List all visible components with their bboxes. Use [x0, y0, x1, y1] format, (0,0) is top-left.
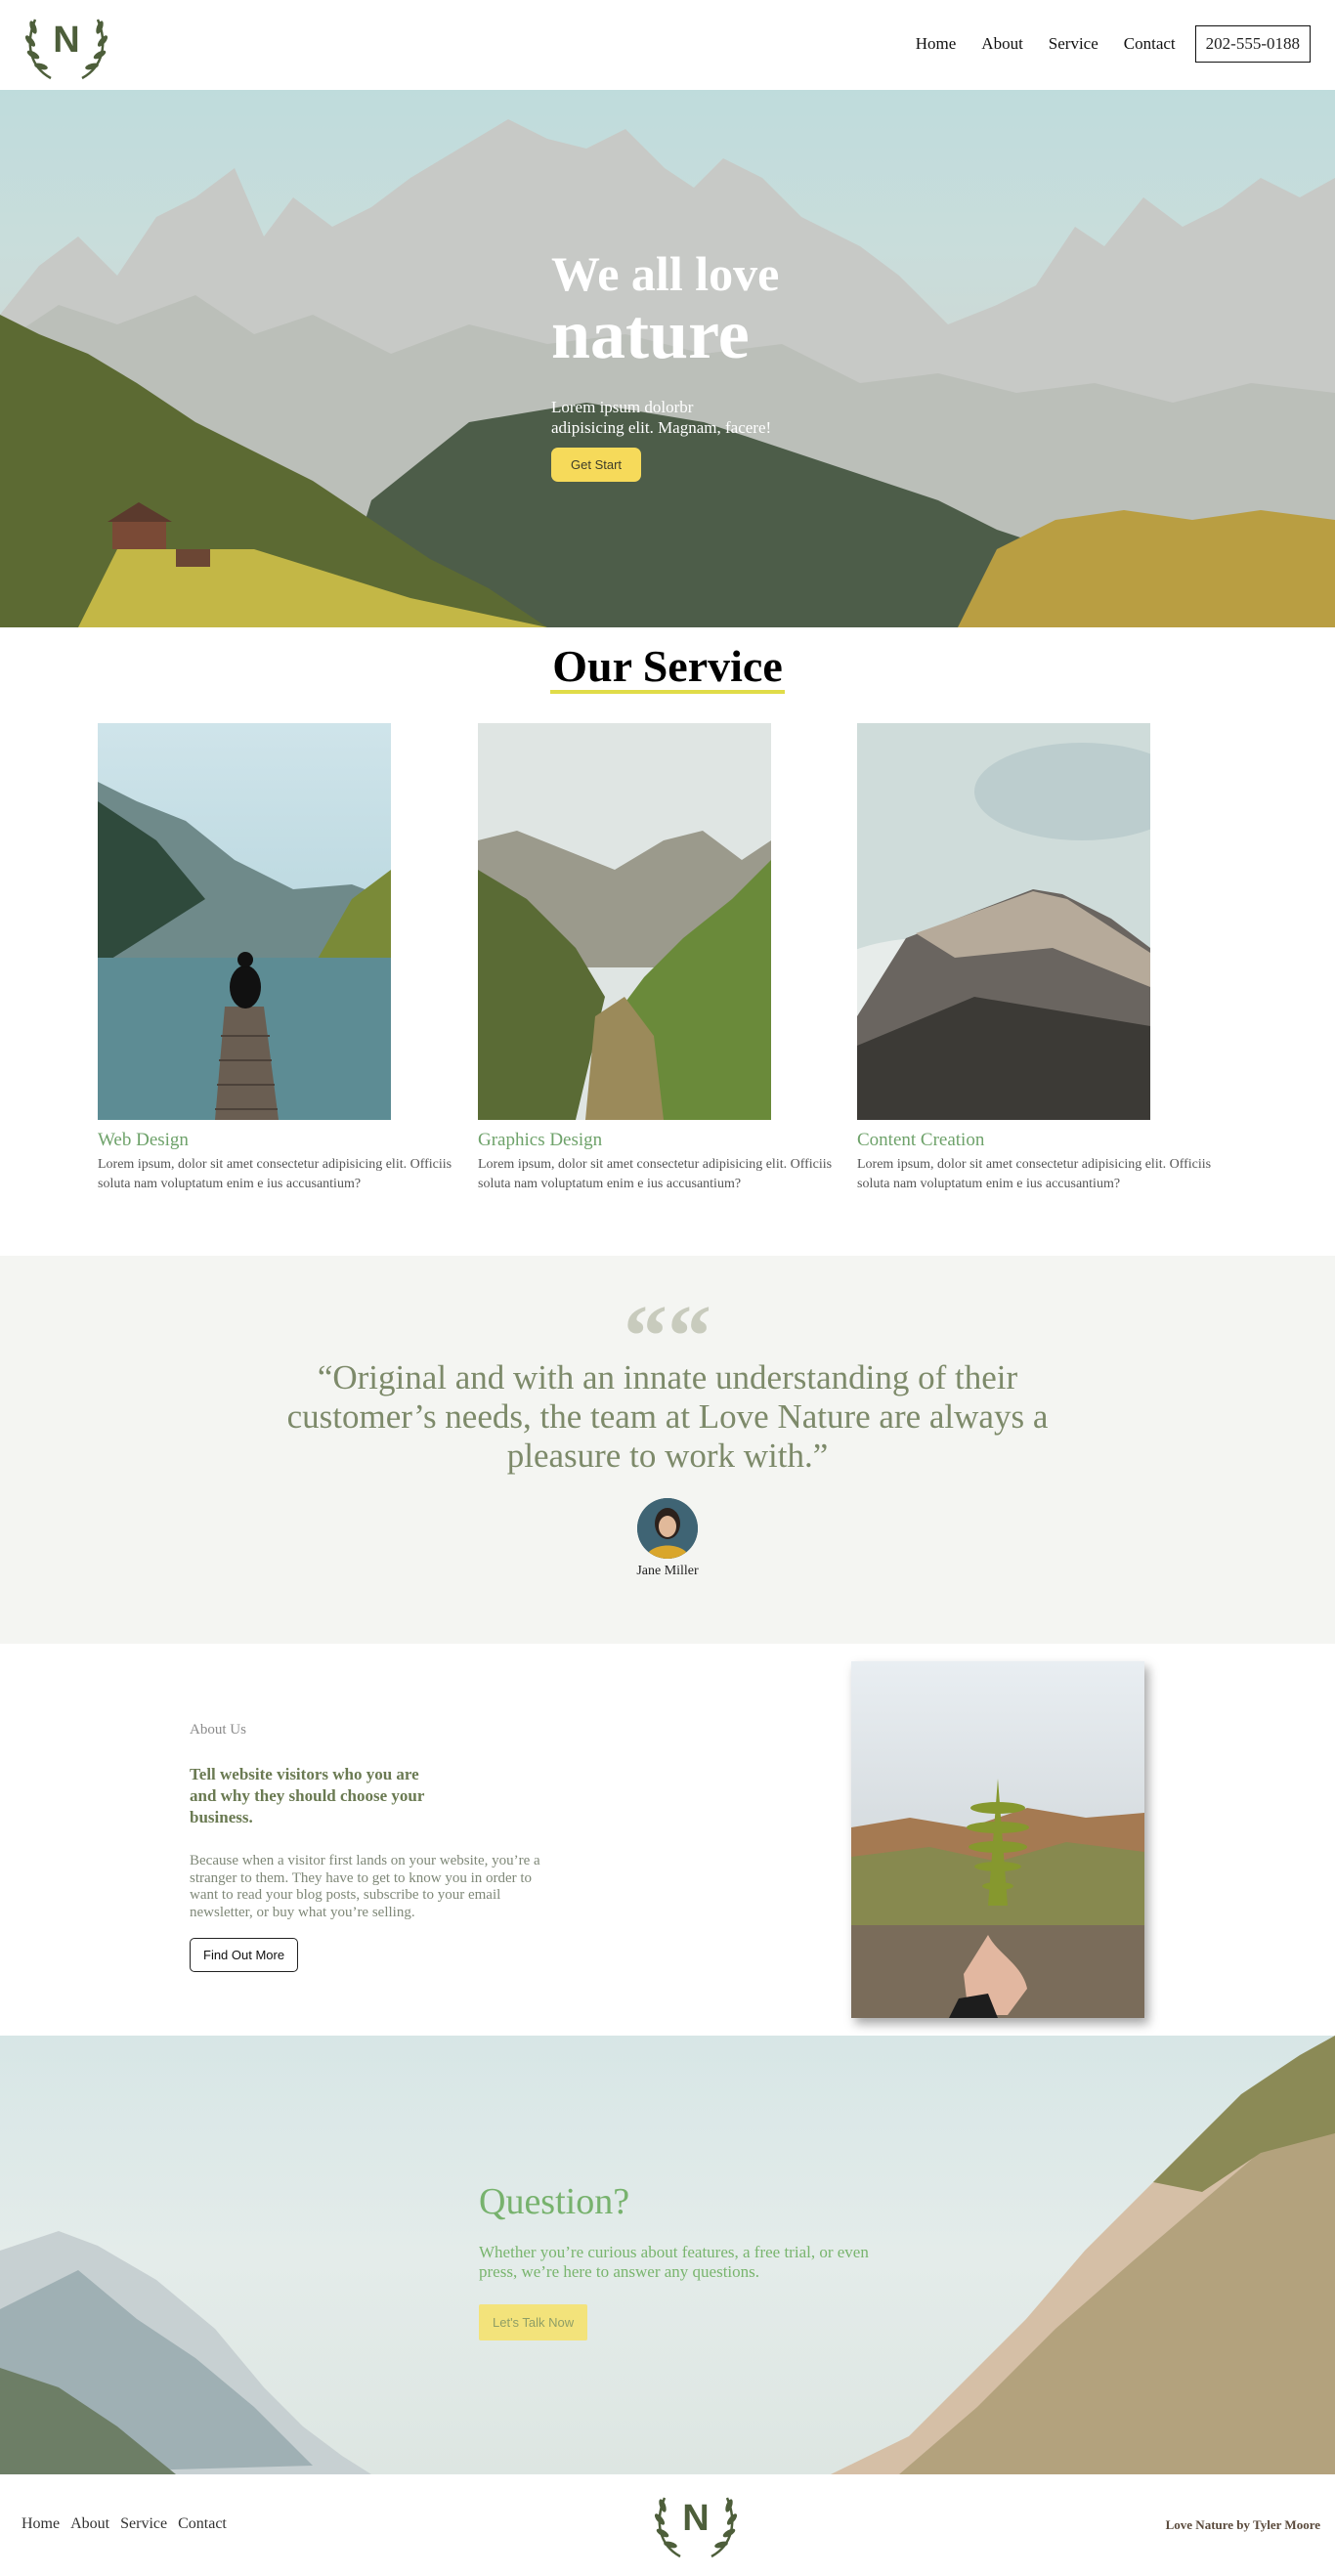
footer-credit: Love Nature by Tyler Moore	[1165, 2517, 1320, 2532]
testimonial-section: ““ “Original and with an innate understa…	[0, 1256, 1335, 1644]
footer-nav-home[interactable]: Home	[22, 2515, 60, 2533]
lets-talk-now-button[interactable]: Let's Talk Now	[479, 2304, 588, 2340]
footer-nav-about[interactable]: About	[70, 2515, 109, 2533]
testimonial-quote: “Original and with an innate understandi…	[286, 1358, 1049, 1475]
service-card-web-design[interactable]: Web Design Lorem ipsum, dolor sit amet c…	[98, 723, 469, 1194]
footer-laurel-logo-icon[interactable]: N	[651, 2484, 741, 2562]
hero-title-line2: nature	[551, 295, 750, 373]
phone-button[interactable]: 202-555-0188	[1194, 25, 1311, 63]
laurel-logo-icon[interactable]: N	[22, 6, 111, 84]
nav-about[interactable]: About	[981, 34, 1023, 54]
hero-subtitle-line2: adipisicing elit. Magnam, facere!	[551, 418, 772, 437]
about-kicker: About Us	[190, 1722, 246, 1738]
service-description: Lorem ipsum, dolor sit amet consectetur …	[98, 1157, 452, 1191]
hero-section: We all love nature Lorem ipsum dolorbr a…	[0, 90, 1335, 627]
question-section: Question? Whether you’re curious about f…	[0, 2036, 1335, 2474]
service-card-content-creation[interactable]: Content Creation Lorem ipsum, dolor sit …	[857, 723, 1228, 1194]
service-name: Web Design	[98, 1130, 189, 1150]
nav-home[interactable]: Home	[916, 34, 957, 54]
logo-letter: N	[53, 20, 80, 61]
testimonial-author: Jane Miller	[636, 1564, 699, 1578]
site-header: N Home About Service Contact 202-555-018…	[0, 0, 1335, 90]
question-title: Question?	[479, 2181, 630, 2222]
service-name: Graphics Design	[478, 1130, 603, 1150]
about-body: Because when a visitor first lands on yo…	[190, 1853, 540, 1920]
services-title-wrap: Our Service	[0, 643, 1335, 694]
about-image-fern	[851, 1661, 1144, 2018]
hero-subtitle: Lorem ipsum dolorbr adipisicing elit. Ma…	[551, 397, 805, 438]
find-out-more-button[interactable]: Find Out More	[190, 1938, 299, 1972]
site-footer: Home About Service Contact N Love Nature…	[0, 2474, 1335, 2576]
service-card-graphics-design[interactable]: Graphics Design Lorem ipsum, dolor sit a…	[478, 723, 849, 1194]
get-start-button[interactable]: Get Start	[551, 448, 642, 482]
hero-subtitle-line1: Lorem ipsum dolorbr	[551, 398, 694, 416]
nav-contact[interactable]: Contact	[1124, 34, 1176, 54]
footer-logo-letter: N	[682, 2498, 710, 2539]
question-text: Whether you’re curious about features, a…	[479, 2243, 869, 2281]
avatar	[637, 1498, 698, 1559]
service-image-lake-dock	[98, 723, 391, 1120]
service-description: Lorem ipsum, dolor sit amet consectetur …	[857, 1157, 1212, 1191]
nav-service[interactable]: Service	[1049, 34, 1098, 54]
service-description: Lorem ipsum, dolor sit amet consectetur …	[478, 1157, 833, 1191]
main-nav: Home About Service Contact 202-555-0188	[890, 25, 1311, 63]
service-image-cliff	[857, 723, 1150, 1120]
hero-content: We all love nature Lorem ipsum dolorbr a…	[551, 248, 805, 482]
services-title: Our Service	[550, 643, 785, 694]
footer-nav-contact[interactable]: Contact	[178, 2515, 227, 2533]
footer-nav-service[interactable]: Service	[120, 2515, 167, 2533]
hero-title-line1: We all love	[551, 246, 780, 301]
footer-nav: Home About Service Contact	[22, 2515, 237, 2533]
about-heading: Tell website visitors who you are and wh…	[190, 1765, 425, 1826]
service-image-valley	[478, 723, 771, 1120]
service-name: Content Creation	[857, 1130, 985, 1150]
